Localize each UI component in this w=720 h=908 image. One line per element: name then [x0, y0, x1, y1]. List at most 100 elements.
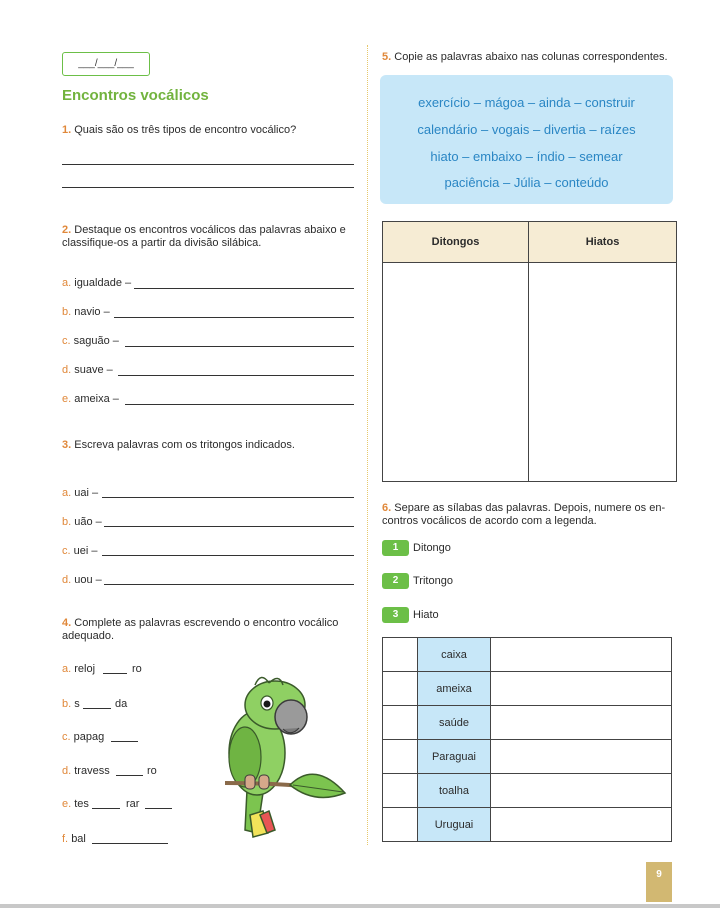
question-5: 5. Copie as palavras abaixo nas colunas …: [382, 51, 668, 64]
blank-line[interactable]: [103, 673, 127, 674]
answer-line[interactable]: [62, 187, 354, 188]
word-bank-line: paciência – Júlia – conteúdo: [444, 175, 609, 190]
column-header-hiatos: Hiatos: [528, 221, 677, 263]
question-1: 1. Quais são os três tipos de encontro v…: [62, 124, 296, 137]
classification-table: Ditongos Hiatos: [382, 221, 677, 482]
date-field[interactable]: ___/___/___: [62, 52, 150, 76]
list-item: b. navio –: [62, 306, 110, 318]
legend-label: Hiato: [413, 609, 439, 621]
list-item: e. tes: [62, 798, 89, 810]
legend-badge-1: 1: [382, 540, 409, 556]
table-row: saúde: [382, 705, 672, 740]
question-number: 5.: [382, 51, 392, 63]
answer-line[interactable]: [134, 288, 354, 289]
question-text: Copie as palavras abaixo nas colunas cor…: [394, 51, 668, 63]
word-bank-line: exercício – mágoa – ainda – construir: [418, 95, 635, 110]
syllable-cell[interactable]: [490, 773, 672, 808]
number-cell[interactable]: [382, 807, 418, 842]
word-fragment: da: [115, 698, 128, 710]
question-3: 3. Escreva palavras com os tritongos ind…: [62, 439, 295, 452]
list-item: a. igualdade –: [62, 277, 132, 289]
legend-badge-2: 2: [382, 573, 409, 589]
page-title: Encontros vocálicos: [62, 87, 209, 104]
question-6: 6. Separe as sílabas das palavras. Depoi…: [382, 502, 682, 528]
legend-badge-3: 3: [382, 607, 409, 623]
word-bank-line: calendário – vogais – divertia – raízes: [417, 122, 636, 137]
word-cell: toalha: [417, 773, 491, 808]
word-cell: caixa: [417, 637, 491, 672]
question-text: Complete as palavras escrevendo o encont…: [74, 617, 339, 629]
word-fragment: ro: [147, 765, 157, 777]
list-item: c. saguão –: [62, 335, 119, 347]
word-fragment: rar: [126, 798, 140, 810]
number-cell[interactable]: [382, 773, 418, 808]
answer-cell[interactable]: [382, 262, 529, 482]
table-row: Uruguai: [382, 807, 672, 842]
blank-line[interactable]: [145, 808, 172, 809]
blank-line[interactable]: [92, 843, 168, 844]
list-item: a. uai –: [62, 487, 99, 499]
number-cell[interactable]: [382, 637, 418, 672]
table-row: ameixa: [382, 671, 672, 706]
question-number: 1.: [62, 124, 72, 136]
table-row: toalha: [382, 773, 672, 808]
word-cell: Uruguai: [417, 807, 491, 842]
blank-line[interactable]: [92, 808, 120, 809]
question-text: Destaque os encontros vocálicos das pala…: [74, 224, 346, 236]
list-item: b. s: [62, 698, 80, 710]
syllable-table: caixa ameixa saúde Paraguai toalha Urugu…: [382, 637, 672, 842]
question-text: contros vocálicos de acordo com a legend…: [382, 515, 597, 527]
word-bank-line: hiato – embaixo – índio – semear: [430, 149, 623, 164]
number-cell[interactable]: [382, 705, 418, 740]
blank-line[interactable]: [111, 741, 138, 742]
number-cell[interactable]: [382, 671, 418, 706]
list-item: d. travess: [62, 765, 110, 777]
number-cell[interactable]: [382, 739, 418, 774]
legend-label: Tritongo: [413, 575, 453, 587]
question-text: Separe as sílabas das palavras. Depois, …: [394, 502, 666, 514]
list-item: c. uei –: [62, 545, 98, 557]
question-number: 6.: [382, 502, 392, 514]
answer-line[interactable]: [104, 526, 354, 527]
list-item: a. reloj: [62, 663, 96, 675]
list-item: d. suave –: [62, 364, 113, 376]
question-text: classifique-os a partir da divisão siláb…: [62, 237, 262, 249]
syllable-cell[interactable]: [490, 739, 672, 774]
answer-line[interactable]: [114, 317, 354, 318]
answer-cell[interactable]: [528, 262, 677, 482]
syllable-cell[interactable]: [490, 671, 672, 706]
question-number: 2.: [62, 224, 72, 236]
list-item: d. uou –: [62, 574, 102, 586]
list-item: f. bal: [62, 833, 86, 845]
blank-line[interactable]: [83, 708, 111, 709]
answer-line[interactable]: [62, 164, 354, 165]
bottom-bar: [0, 904, 720, 908]
syllable-cell[interactable]: [490, 807, 672, 842]
question-number: 3.: [62, 439, 72, 451]
page-number: 9: [646, 862, 672, 902]
question-text: Quais são os três tipos de encontro vocá…: [74, 124, 297, 136]
word-cell: Paraguai: [417, 739, 491, 774]
list-item: e. ameixa –: [62, 393, 119, 405]
question-2: 2. Destaque os encontros vocálicos das p…: [62, 224, 362, 250]
word-bank: exercício – mágoa – ainda – construir ca…: [380, 75, 673, 204]
question-text: Escreva palavras com os tritongos indica…: [74, 439, 295, 451]
legend-label: Ditongo: [413, 542, 451, 554]
word-cell: saúde: [417, 705, 491, 740]
syllable-cell[interactable]: [490, 637, 672, 672]
question-text: adequado.: [62, 630, 114, 642]
answer-line[interactable]: [118, 375, 354, 376]
blank-line[interactable]: [116, 775, 143, 776]
table-row: Paraguai: [382, 739, 672, 774]
syllable-cell[interactable]: [490, 705, 672, 740]
column-header-ditongos: Ditongos: [382, 221, 529, 263]
word-fragment: ro: [132, 663, 142, 675]
answer-line[interactable]: [125, 346, 354, 347]
parrot-illustration: [224, 676, 347, 838]
answer-line[interactable]: [104, 584, 354, 585]
answer-line[interactable]: [102, 555, 354, 556]
question-4: 4. Complete as palavras escrevendo o enc…: [62, 617, 362, 643]
word-cell: ameixa: [417, 671, 491, 706]
answer-line[interactable]: [102, 497, 354, 498]
answer-line[interactable]: [125, 404, 354, 405]
